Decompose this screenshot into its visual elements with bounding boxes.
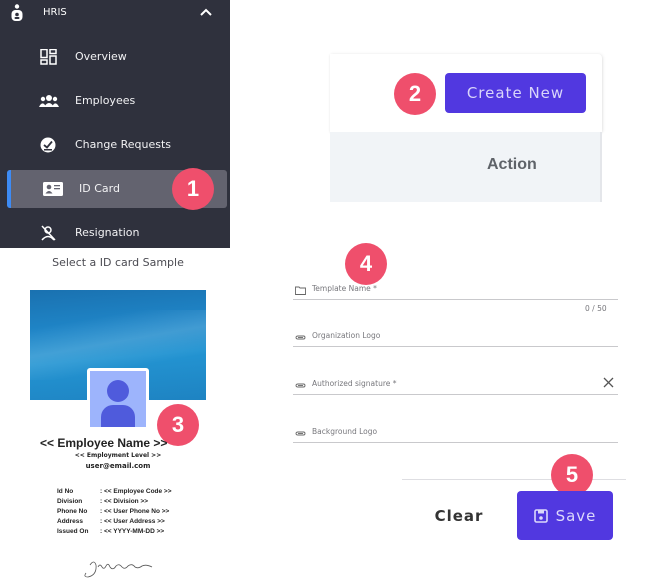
id-card-detail-row: Division: << Division >> <box>57 498 149 505</box>
signature-image <box>84 561 153 578</box>
id-card-employment-level: << Employment Level >> <box>74 452 162 459</box>
step-badge-4: 4 <box>345 243 387 285</box>
sidebar-item-label: Resignation <box>75 226 140 239</box>
field-label: Template Name * <box>312 284 377 293</box>
id-card-employee-name: << Employee Name >> <box>40 436 168 450</box>
check-circle-icon <box>40 137 56 153</box>
organization-logo-field[interactable]: Organization Logo <box>293 327 618 347</box>
sidebar-section-hris[interactable]: HRIS <box>0 0 230 28</box>
paperclip-icon <box>295 383 306 388</box>
id-card-icon <box>43 182 63 196</box>
template-name-field[interactable]: Template Name * <box>293 280 618 300</box>
sidebar-item-resignation[interactable]: Resignation <box>0 214 230 252</box>
id-card-photo <box>87 368 149 430</box>
sidebar-item-employees[interactable]: Employees <box>0 82 230 120</box>
avatar-placeholder-icon <box>90 371 146 427</box>
id-card-email: user@email.com <box>85 462 151 470</box>
step-badge-1: 1 <box>172 168 214 210</box>
id-card-detail-row: Phone No: << User Phone No >> <box>57 508 170 515</box>
folder-icon <box>295 286 306 295</box>
id-card-detail-row: Id No: << Employee Code >> <box>57 488 172 495</box>
field-label: Organization Logo <box>312 331 381 340</box>
user-off-icon <box>41 225 56 241</box>
save-button-label: Save <box>555 506 597 525</box>
id-card-detail-row: Issued On: << YYYY-MM-DD >> <box>57 528 165 535</box>
create-new-button[interactable]: Create New <box>445 73 586 113</box>
chevron-up-icon[interactable] <box>199 7 213 17</box>
paperclip-icon <box>295 335 306 340</box>
id-card-sample-caption: Select a ID card Sample <box>52 256 184 269</box>
paperclip-icon <box>295 431 306 436</box>
sidebar-item-label: Employees <box>75 94 136 107</box>
close-icon[interactable] <box>603 377 614 388</box>
field-label: Authorized signature * <box>312 379 397 388</box>
sidebar: HRIS Overview Employees Change Requests … <box>0 0 230 248</box>
save-button[interactable]: Save <box>517 491 613 540</box>
step-badge-2: 2 <box>394 73 436 115</box>
background-logo-field[interactable]: Background Logo <box>293 423 618 443</box>
sidebar-item-label: Overview <box>75 50 127 63</box>
people-group-icon <box>39 95 59 107</box>
sidebar-item-label: Change Requests <box>75 138 172 151</box>
sidebar-section-label: HRIS <box>43 7 67 18</box>
save-icon <box>533 508 548 523</box>
sidebar-item-change-requests[interactable]: Change Requests <box>0 126 230 164</box>
sidebar-item-label: ID Card <box>79 182 120 195</box>
character-counter: 0 / 50 <box>585 304 607 313</box>
clear-button[interactable]: Clear <box>424 500 494 532</box>
sidebar-item-overview[interactable]: Overview <box>0 38 230 76</box>
id-card-detail-row: Address: << User Address >> <box>57 518 165 525</box>
step-badge-5: 5 <box>551 454 593 496</box>
authorized-signature-field[interactable]: Authorized signature * <box>293 375 618 395</box>
table-header-action: Action <box>487 156 537 173</box>
table-header: Action <box>330 132 602 202</box>
field-label: Background Logo <box>312 427 378 436</box>
person-badge-icon <box>11 4 23 21</box>
dashboard-grid-icon <box>40 49 57 65</box>
